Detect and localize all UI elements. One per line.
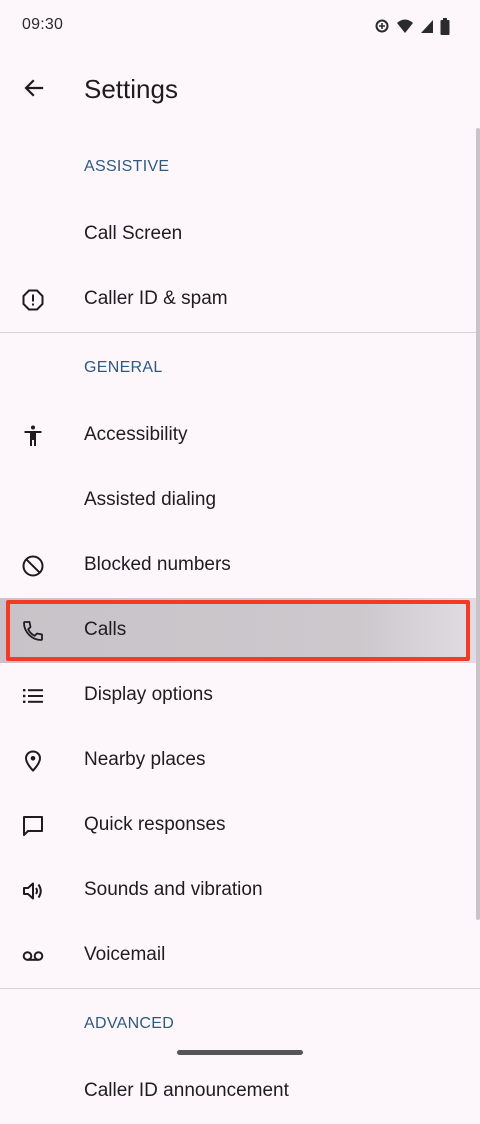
setting-caller-id-spam[interactable]: Caller ID & spam [0, 267, 480, 332]
section-header-label: ASSISTIVE [84, 158, 170, 175]
section-header-general: GENERAL [0, 333, 480, 403]
setting-label: Caller ID announcement [84, 1080, 289, 1101]
page-title: Settings [84, 74, 178, 104]
section-header-advanced: ADVANCED [0, 989, 480, 1059]
scrollbar[interactable] [476, 128, 480, 920]
setting-label: Assisted dialing [84, 489, 217, 510]
setting-label: Voicemail [84, 944, 166, 965]
setting-label: Calls [84, 619, 127, 640]
status-icons [374, 16, 450, 36]
status-bar: 09:30 [0, 0, 480, 52]
setting-accessibility[interactable]: Accessibility [0, 403, 480, 468]
setting-quick-responses[interactable]: Quick responses [0, 793, 480, 858]
setting-label: Nearby places [84, 749, 206, 770]
section-header-label: ADVANCED [84, 1015, 175, 1032]
section-header-assistive: ASSISTIVE [0, 132, 480, 202]
setting-label: Sounds and vibration [84, 879, 263, 900]
setting-sounds-vibration[interactable]: Sounds and vibration [0, 858, 480, 923]
alert-octagon-icon [20, 287, 46, 313]
setting-voicemail[interactable]: Voicemail [0, 923, 480, 988]
setting-nearby-places[interactable]: Nearby places [0, 728, 480, 793]
setting-label: Caller ID & spam [84, 288, 228, 309]
list-icon [20, 683, 46, 709]
setting-label: Accessibility [84, 424, 188, 445]
location-pin-icon [20, 748, 46, 774]
voicemail-icon [20, 943, 46, 969]
setting-call-screen[interactable]: Call Screen [0, 202, 480, 267]
app-bar: Settings [0, 60, 480, 120]
arrow-back-icon [22, 76, 46, 105]
wifi-icon [396, 18, 414, 34]
setting-blocked-numbers[interactable]: Blocked numbers [0, 533, 480, 598]
back-button[interactable] [12, 68, 56, 112]
block-icon [20, 553, 46, 579]
setting-label: Blocked numbers [84, 554, 231, 575]
accessibility-icon [20, 423, 46, 449]
status-time: 09:30 [22, 16, 64, 33]
volume-icon [20, 878, 46, 904]
section-header-label: GENERAL [84, 359, 163, 376]
setting-calls[interactable]: Calls [0, 598, 480, 663]
cell-signal-icon [420, 18, 434, 34]
highlight-frame [6, 600, 470, 661]
setting-label: Call Screen [84, 223, 183, 244]
settings-list[interactable]: ASSISTIVE Call Screen Caller ID & spam G… [0, 132, 480, 1124]
setting-label: Quick responses [84, 814, 226, 835]
data-saver-icon [374, 18, 390, 34]
setting-caller-id-announcement[interactable]: Caller ID announcement [0, 1059, 480, 1124]
setting-assisted-dialing[interactable]: Assisted dialing [0, 468, 480, 533]
chat-bubble-icon [20, 813, 46, 839]
setting-display-options[interactable]: Display options [0, 663, 480, 728]
gesture-nav-handle[interactable] [177, 1050, 303, 1055]
phone-icon [20, 618, 46, 644]
setting-label: Display options [84, 684, 213, 705]
battery-icon [440, 17, 450, 35]
